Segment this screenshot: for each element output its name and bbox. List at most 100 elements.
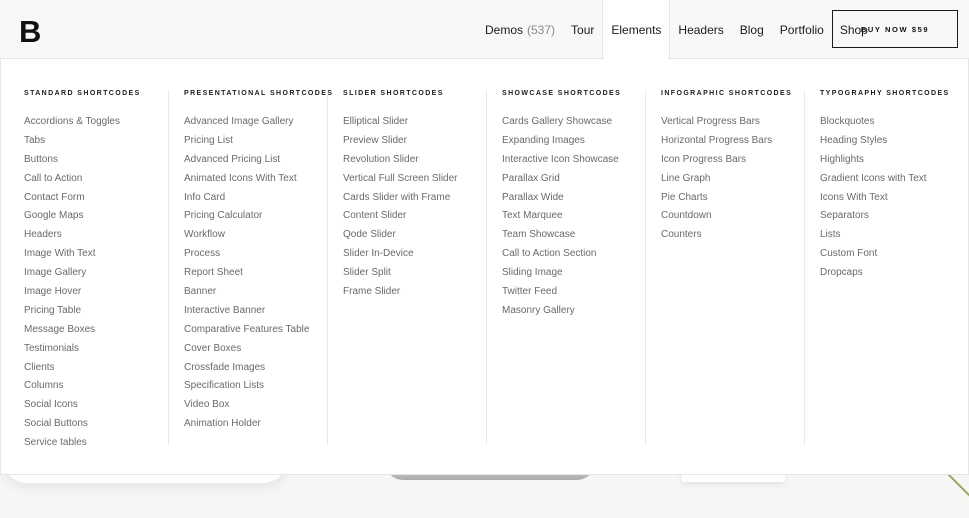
menu-link[interactable]: Specification Lists <box>184 377 327 396</box>
site-header: B Demos (537) Tour Elements Headers Blog… <box>0 0 969 60</box>
site-logo[interactable]: B <box>19 14 41 50</box>
menu-link[interactable]: Highlights <box>820 151 963 170</box>
nav-demos-count: (537) <box>527 22 556 37</box>
menu-link[interactable]: Frame Slider <box>343 283 486 302</box>
menu-link[interactable]: Slider Split <box>343 264 486 283</box>
menu-link[interactable]: Tabs <box>24 132 183 151</box>
buy-now-button[interactable]: BUY NOW $59 <box>832 10 958 48</box>
menu-link[interactable]: Advanced Image Gallery <box>184 113 327 132</box>
nav-demos[interactable]: Demos (537) <box>477 0 563 59</box>
menu-link[interactable]: Interactive Icon Showcase <box>502 151 645 170</box>
nav-tour[interactable]: Tour <box>563 0 602 59</box>
menu-link[interactable]: Sliding Image <box>502 264 645 283</box>
menu-column-presentational: Presentational Shortcodes Advanced Image… <box>168 90 334 445</box>
menu-link[interactable]: Testimonials <box>24 340 183 359</box>
menu-link[interactable]: Buttons <box>24 151 183 170</box>
menu-link[interactable]: Report Sheet <box>184 264 327 283</box>
menu-link[interactable]: Line Graph <box>661 170 804 189</box>
menu-link[interactable]: Separators <box>820 207 963 226</box>
menu-link[interactable]: Lists <box>820 226 963 245</box>
menu-column-infographic: Infographic Shortcodes Vertical Progress… <box>645 90 804 445</box>
menu-link[interactable]: Icons With Text <box>820 189 963 208</box>
menu-column-list: Cards Gallery Showcase Expanding Images In… <box>502 113 645 321</box>
menu-link[interactable]: Advanced Pricing List <box>184 151 327 170</box>
nav-portfolio[interactable]: Portfolio <box>772 0 832 59</box>
menu-link[interactable]: Clients <box>24 359 183 378</box>
menu-link[interactable]: Parallax Wide <box>502 189 645 208</box>
main-nav: Demos (537) Tour Elements Headers Blog P… <box>477 0 876 60</box>
menu-link[interactable]: Qode Slider <box>343 226 486 245</box>
menu-column-typography: Typography Shortcodes Blockquotes Heading… <box>804 90 963 445</box>
menu-link[interactable]: Call to Action Section <box>502 245 645 264</box>
menu-link[interactable]: Process <box>184 245 327 264</box>
menu-link[interactable]: Info Card <box>184 189 327 208</box>
menu-link[interactable]: Animated Icons With Text <box>184 170 327 189</box>
menu-link[interactable]: Image Hover <box>24 283 183 302</box>
menu-link[interactable]: Social Buttons <box>24 415 183 434</box>
menu-link[interactable]: Video Box <box>184 396 327 415</box>
menu-column-list: Advanced Image Gallery Pricing List Advanc… <box>184 113 327 434</box>
menu-column-list: Vertical Progress Bars Horizontal Progres… <box>661 113 804 245</box>
menu-link[interactable]: Vertical Progress Bars <box>661 113 804 132</box>
menu-link[interactable]: Pricing Table <box>24 302 183 321</box>
menu-link[interactable]: Pricing List <box>184 132 327 151</box>
menu-link[interactable]: Icon Progress Bars <box>661 151 804 170</box>
menu-link[interactable]: Counters <box>661 226 804 245</box>
menu-link[interactable]: Twitter Feed <box>502 283 645 302</box>
menu-link[interactable]: Pie Charts <box>661 189 804 208</box>
menu-column-title: Standard Shortcodes <box>24 90 141 97</box>
menu-column-showcase: Showcase Shortcodes Cards Gallery Showca… <box>486 90 645 445</box>
menu-link[interactable]: Revolution Slider <box>343 151 486 170</box>
menu-link[interactable]: Custom Font <box>820 245 963 264</box>
menu-link[interactable]: Cards Slider with Frame <box>343 189 486 208</box>
menu-link[interactable]: Blockquotes <box>820 113 963 132</box>
menu-link[interactable]: Image Gallery <box>24 264 183 283</box>
menu-link[interactable]: Contact Form <box>24 189 183 208</box>
menu-link[interactable]: Countdown <box>661 207 804 226</box>
menu-link[interactable]: Horizontal Progress Bars <box>661 132 804 151</box>
menu-link[interactable]: Preview Slider <box>343 132 486 151</box>
menu-link[interactable]: Content Slider <box>343 207 486 226</box>
menu-link[interactable]: Workflow <box>184 226 327 245</box>
menu-link[interactable]: Gradient Icons with Text <box>820 170 963 189</box>
menu-link[interactable]: Expanding Images <box>502 132 645 151</box>
menu-link[interactable]: Columns <box>24 377 183 396</box>
menu-link[interactable]: Heading Styles <box>820 132 963 151</box>
menu-link[interactable]: Call to Action <box>24 170 183 189</box>
menu-link[interactable]: Interactive Banner <box>184 302 327 321</box>
menu-column-title: Presentational Shortcodes <box>184 90 334 97</box>
menu-link[interactable]: Banner <box>184 283 327 302</box>
menu-column-title: Typography Shortcodes <box>820 90 950 97</box>
menu-column-list: Accordions & Toggles Tabs Buttons Call to A… <box>24 113 183 453</box>
menu-link[interactable]: Image With Text <box>24 245 183 264</box>
nav-blog[interactable]: Blog <box>732 0 772 59</box>
menu-link[interactable]: Accordions & Toggles <box>24 113 183 132</box>
menu-link[interactable]: Elliptical Slider <box>343 113 486 132</box>
menu-link[interactable]: Animation Holder <box>184 415 327 434</box>
menu-link[interactable]: Social Icons <box>24 396 183 415</box>
menu-link[interactable]: Crossfade Images <box>184 359 327 378</box>
menu-link[interactable]: Masonry Gallery <box>502 302 645 321</box>
menu-link[interactable]: Text Marquee <box>502 207 645 226</box>
menu-link[interactable]: Team Showcase <box>502 226 645 245</box>
nav-elements[interactable]: Elements <box>602 0 671 60</box>
menu-column-list: Elliptical Slider Preview Slider Revolutio… <box>343 113 486 302</box>
menu-link[interactable]: Pricing Calculator <box>184 207 327 226</box>
menu-column-slider: Slider Shortcodes Elliptical Slider Previ… <box>327 90 486 445</box>
menu-link[interactable]: Headers <box>24 226 183 245</box>
menu-column-standard: Standard Shortcodes Accordions & Toggles… <box>24 90 183 448</box>
menu-link[interactable]: Dropcaps <box>820 264 963 283</box>
menu-link[interactable]: Parallax Grid <box>502 170 645 189</box>
menu-link[interactable]: Message Boxes <box>24 321 183 340</box>
menu-link[interactable]: Service tables <box>24 434 183 453</box>
menu-column-title: Infographic Shortcodes <box>661 90 793 97</box>
menu-link[interactable]: Google Maps <box>24 207 183 226</box>
menu-column-title: Slider Shortcodes <box>343 90 444 97</box>
menu-link[interactable]: Slider In-Device <box>343 245 486 264</box>
menu-column-list: Blockquotes Heading Styles Highlights Gradi… <box>820 113 963 283</box>
menu-link[interactable]: Comparative Features Table <box>184 321 327 340</box>
menu-link[interactable]: Cover Boxes <box>184 340 327 359</box>
menu-link[interactable]: Vertical Full Screen Slider <box>343 170 486 189</box>
menu-link[interactable]: Cards Gallery Showcase <box>502 113 645 132</box>
nav-headers[interactable]: Headers <box>670 0 731 59</box>
